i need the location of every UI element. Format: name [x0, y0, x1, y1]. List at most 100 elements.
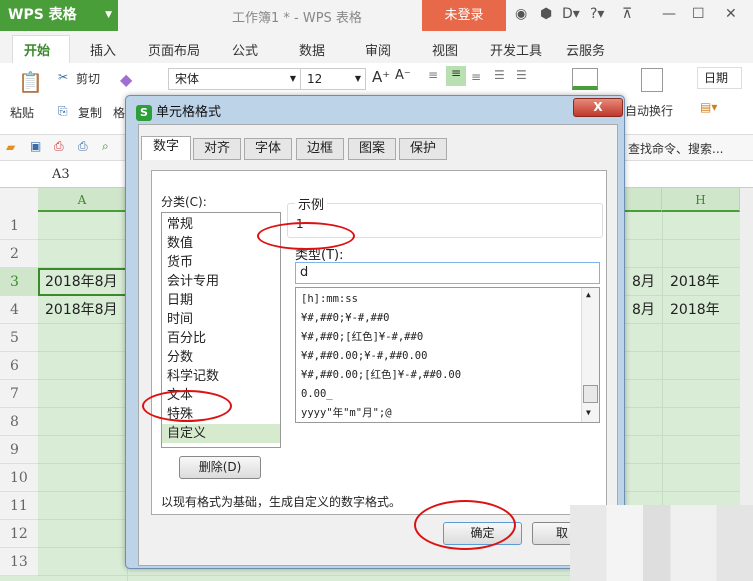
category-item[interactable]: 百分比 — [167, 329, 206, 348]
settings-icon[interactable]: ⬢ — [540, 6, 552, 22]
category-item[interactable]: 自定义 — [162, 424, 280, 443]
wrap-text-button[interactable]: 自动换行 — [625, 102, 673, 119]
row-header[interactable]: 4 — [0, 296, 38, 324]
share-icon[interactable]: D▾ — [562, 6, 580, 22]
category-item[interactable]: 日期 — [167, 291, 193, 310]
cut-button[interactable]: 剪切 — [76, 70, 100, 87]
cell-h4[interactable]: 2018年 — [670, 296, 738, 324]
scroll-down-icon[interactable]: ▼ — [586, 408, 591, 417]
tab-data[interactable]: 数据 — [299, 40, 325, 59]
scroll-thumb[interactable] — [583, 385, 598, 403]
close-window-icon[interactable]: ✕ — [725, 6, 737, 22]
cell-g4[interactable]: 8月 — [632, 296, 655, 324]
dialog-close-button[interactable]: X — [573, 98, 623, 117]
tab-number[interactable]: 数字 — [141, 136, 191, 160]
login-button[interactable]: 未登录 — [422, 0, 506, 31]
category-item[interactable]: 数值 — [167, 234, 193, 253]
row-header[interactable]: 9 — [0, 436, 38, 464]
cell-a3[interactable]: 2018年8月 — [45, 268, 125, 296]
category-item[interactable]: 时间 — [167, 310, 193, 329]
format-item[interactable]: ¥#,##0.00;¥-#,##0.00 — [301, 347, 427, 366]
tab-home[interactable]: 开始 — [24, 40, 50, 59]
tab-formulas[interactable]: 公式 — [232, 40, 258, 59]
tab-pattern[interactable]: 图案 — [348, 138, 396, 160]
cell-g3[interactable]: 8月 — [632, 268, 655, 296]
row-header[interactable]: 10 — [0, 464, 38, 492]
wrap-text-icon[interactable] — [641, 68, 663, 92]
print-preview-icon[interactable]: ⌕ — [102, 139, 109, 154]
category-item[interactable]: 货币 — [167, 253, 193, 272]
category-item[interactable]: 会计专用 — [167, 272, 219, 291]
tab-developer[interactable]: 开发工具 — [490, 40, 542, 59]
cell-h3[interactable]: 2018年 — [670, 268, 738, 296]
format-item[interactable]: ¥#,##0;[红色]¥-#,##0 — [301, 328, 423, 347]
decrease-font-icon[interactable]: A⁻ — [395, 68, 411, 83]
copy-button[interactable]: 复制 — [78, 104, 102, 121]
row-header[interactable]: 6 — [0, 352, 38, 380]
save-icon[interactable]: ▣ — [30, 139, 41, 153]
indent-decrease-icon[interactable]: ☰ — [494, 68, 505, 82]
tab-font[interactable]: 字体 — [244, 138, 292, 160]
align-top-icon[interactable]: ≡ — [428, 68, 438, 82]
column-header-h[interactable]: H — [662, 188, 740, 212]
tab-cloud[interactable]: 云服务 — [566, 40, 605, 59]
delete-button[interactable]: 删除(D) — [179, 456, 261, 479]
format-list[interactable]: ▲ ▼ [h]:mm:ss ¥#,##0;¥-#,##0 ¥#,##0;[红色]¥-… — [295, 287, 600, 423]
format-item[interactable]: ¥#,##0;¥-#,##0 — [301, 309, 390, 328]
tab-review[interactable]: 审阅 — [365, 40, 391, 59]
increase-font-icon[interactable]: A⁺ — [372, 68, 390, 86]
row-header[interactable]: 11 — [0, 492, 38, 520]
skin-icon[interactable]: ◉ — [515, 6, 527, 22]
format-list-scrollbar[interactable]: ▲ ▼ — [581, 288, 599, 422]
row-header[interactable]: 12 — [0, 520, 38, 548]
number-format-select[interactable]: 日期 — [697, 67, 742, 89]
cell-reference[interactable]: A3 — [52, 167, 70, 182]
minimize-icon[interactable]: — — [662, 6, 676, 22]
dialog-title-text: 单元格格式 — [156, 105, 222, 120]
export-pdf-icon[interactable]: ⎙ — [54, 139, 64, 154]
command-search[interactable]: 查找命令、搜索... — [628, 140, 723, 157]
tab-protection[interactable]: 保护 — [399, 138, 447, 160]
paste-button[interactable]: 粘贴 — [10, 104, 34, 121]
format-item[interactable]: ¥#,##0.00;[红色]¥-#,##0.00 — [301, 366, 461, 385]
format-item[interactable]: [h]:mm:ss — [301, 290, 358, 309]
indent-increase-icon[interactable]: ☰ — [516, 68, 527, 82]
scroll-up-icon[interactable]: ▲ — [586, 290, 591, 299]
tab-border[interactable]: 边框 — [296, 138, 344, 160]
open-icon[interactable]: ▰ — [6, 140, 15, 154]
column-header-a[interactable]: A — [38, 188, 127, 212]
format-item[interactable]: 0.00_ — [301, 385, 333, 404]
app-menu-button[interactable]: WPS 表格 ▼ — [0, 0, 118, 31]
tab-view[interactable]: 视图 — [432, 40, 458, 59]
type-input[interactable]: d — [295, 262, 600, 284]
tab-alignment[interactable]: 对齐 — [193, 138, 241, 160]
row-header[interactable]: 13 — [0, 548, 38, 576]
paste-icon[interactable]: 📋 — [18, 70, 43, 94]
font-size-select[interactable]: 12 ▼ — [300, 68, 366, 90]
category-item[interactable]: 分数 — [167, 348, 193, 367]
row-header[interactable]: 5 — [0, 324, 38, 352]
dialog-title: S 单元格格式 — [136, 101, 221, 121]
align-bottom-icon[interactable]: ≡ — [471, 70, 481, 84]
maximize-icon[interactable]: ☐ — [692, 6, 705, 22]
tab-insert[interactable]: 插入 — [90, 40, 116, 59]
category-item[interactable]: 科学记数 — [167, 367, 219, 386]
font-select[interactable]: 宋体 ▼ — [168, 68, 301, 90]
align-middle-icon[interactable]: ≡ — [446, 66, 466, 86]
merge-cells-icon[interactable] — [572, 68, 598, 90]
row-header[interactable]: 8 — [0, 408, 38, 436]
format-item[interactable]: yyyy"年"m"月";@ — [301, 404, 392, 423]
format-painter-button[interactable]: 格 — [113, 104, 125, 121]
conditional-format-icon[interactable]: ▤▾ — [700, 100, 717, 114]
row-header[interactable]: 7 — [0, 380, 38, 408]
row-header[interactable]: 2 — [0, 240, 38, 268]
restore-ribbon-icon[interactable]: ⊼ — [622, 6, 632, 22]
tab-page-layout[interactable]: 页面布局 — [148, 40, 200, 59]
print-icon[interactable]: ⎙ — [78, 139, 88, 154]
help-icon[interactable]: ?▾ — [590, 6, 604, 22]
row-header[interactable]: 1 — [0, 212, 38, 240]
cell-a4[interactable]: 2018年8月 — [45, 296, 125, 324]
select-all-corner[interactable] — [0, 188, 38, 212]
row-header[interactable]: 3 — [0, 268, 38, 296]
category-item[interactable]: 常规 — [167, 215, 193, 234]
